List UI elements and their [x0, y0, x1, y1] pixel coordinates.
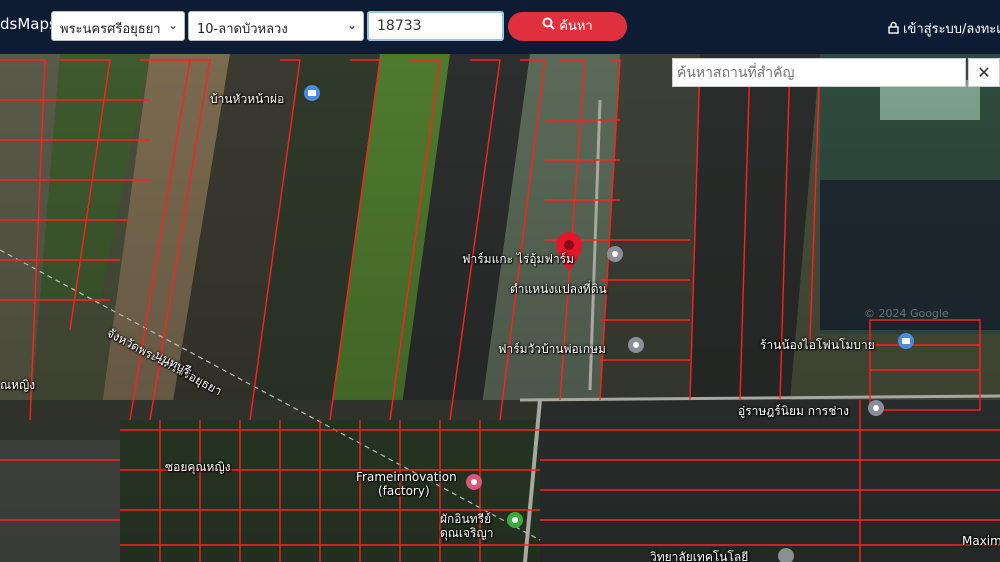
map-label: วิทยาลัยเทคโนโลยี — [650, 550, 749, 562]
search-button[interactable]: ค้นหา — [508, 12, 627, 41]
province-select[interactable]: พระนครศรีอยุธยา ⌄ — [51, 11, 185, 41]
chevron-down-icon: ⌄ — [167, 18, 178, 32]
shopping-pin-icon[interactable] — [304, 85, 320, 101]
brand-name: dsMaps — [0, 15, 57, 33]
map-label: ณหญิง — [0, 378, 36, 392]
map-label: (factory) — [378, 484, 430, 498]
map-label: ฟาร์มแกะ ไร่อุ้มฟาร์ม — [462, 252, 575, 266]
poi-pin-icon[interactable] — [868, 400, 884, 416]
map-label: Frameinnovation — [356, 470, 457, 484]
poi-pin-icon[interactable] — [628, 337, 644, 353]
shopping-pin-icon[interactable] — [898, 333, 914, 349]
satellite-map[interactable]: บ้านหัวหน้าผ่อ ฟาร์มแกะ ไร่อุ้มฟาร์ม ตำแ… — [0, 54, 1000, 562]
province-select-value: พระนครศรีอยุธยา — [60, 22, 161, 37]
place-search-input[interactable] — [672, 58, 966, 87]
poi-pin-icon[interactable] — [466, 474, 482, 490]
map-label: ซอยคุณหญิง — [165, 460, 231, 474]
top-navbar: dsMaps พระนครศรีอยุธยา ⌄ 10-ลาดบัวหลวง ⌄… — [0, 0, 1000, 54]
map-label: ฟาร์มวัวบ้านพ่อเกษม — [498, 342, 606, 356]
poi-pin-icon[interactable] — [507, 512, 523, 528]
map-canvas[interactable] — [0, 54, 1000, 562]
map-label: ตำแหน่งแปลงที่ดิน — [510, 282, 607, 296]
map-label: ร้านน้องไอโฟนโมบาย — [760, 338, 875, 352]
map-label: ดุณเจริญา — [440, 526, 494, 540]
map-watermark: © 2024 Google — [864, 307, 949, 320]
parcel-number-input[interactable]: 18733 — [367, 11, 504, 41]
search-icon — [542, 12, 555, 41]
map-label: Maxim — [962, 534, 1000, 548]
login-link[interactable]: เข้าสู่ระบบ/ลงทะเ — [888, 18, 1000, 39]
map-label: บ้านหัวหน้าผ่อ — [210, 92, 285, 106]
chevron-down-icon: ⌄ — [346, 18, 357, 32]
close-icon[interactable]: ✕ — [968, 58, 1000, 87]
lock-icon — [888, 21, 899, 38]
poi-pin-icon[interactable] — [607, 246, 623, 262]
login-label: เข้าสู่ระบบ/ลงทะเ — [903, 22, 1000, 37]
district-select-value: 10-ลาดบัวหลวง — [197, 22, 288, 37]
map-label: อู่ราษฎร์นิยม การช่าง — [738, 404, 849, 418]
search-button-label: ค้นหา — [559, 19, 593, 34]
district-select[interactable]: 10-ลาดบัวหลวง ⌄ — [188, 11, 364, 41]
